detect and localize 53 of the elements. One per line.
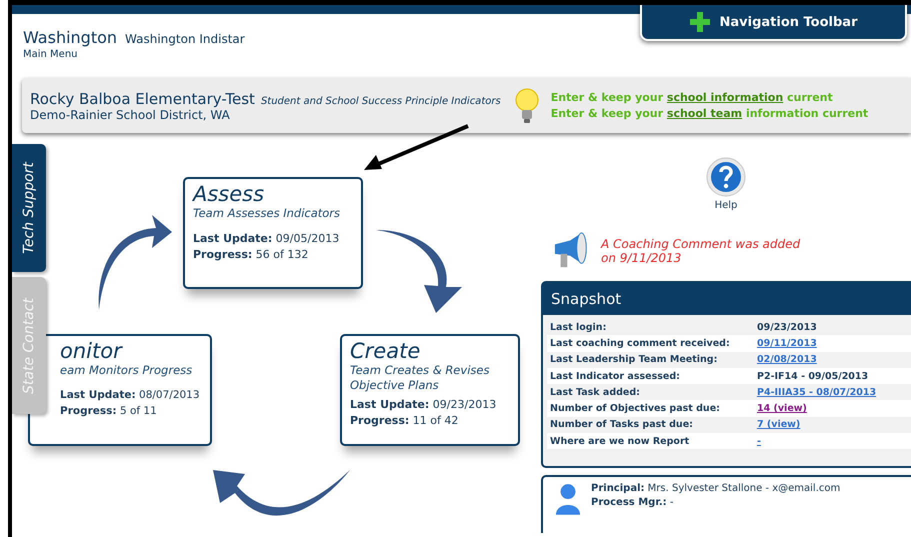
snapshot-label: Last Indicator assessed: [549, 370, 681, 382]
snapshot-label: Last coaching comment received: [549, 338, 731, 349]
plus-icon [690, 12, 710, 32]
contact-text: Process Mgr.: - [591, 496, 674, 508]
snapshot-value[interactable]: 14 (view) [757, 403, 807, 414]
card-title: Create [350, 339, 422, 363]
snapshot-value[interactable]: 02/08/2013 [757, 354, 817, 366]
last-update-text: Last Update: 09/23/2013 [350, 396, 498, 413]
snapshot-value[interactable]: 7 (view) [757, 419, 800, 430]
card-title: Assess [193, 182, 266, 206]
snapshot-title: Snapshot [543, 283, 911, 315]
card-subtitle: Team Assesses Indicators [193, 206, 342, 221]
person-icon [555, 482, 581, 515]
school-name: Rocky Balboa Elementary-Test [30, 90, 255, 108]
side-tab[interactable]: Tech Support [12, 144, 46, 272]
snapshot-value[interactable]: - [757, 436, 761, 447]
coaching-notice: A Coaching Comment was added on 9/11/2013 [601, 237, 802, 265]
snapshot-value: 09/23/2013 [757, 322, 817, 333]
cycle-card[interactable]: Create Team Creates & Revises Objective Plans Last Update: 09/23/2013 Progress: 11 of 42 [340, 334, 520, 446]
site-title: Washington [23, 28, 118, 47]
contact-text: Principal: Mrs. Sylvester Stallone - x@email.com [591, 482, 840, 494]
snapshot-value: P2-IF14 - 09/05/2013 [757, 370, 868, 382]
snapshot-label: Number of Tasks past due: [549, 419, 694, 430]
cycle-card[interactable]: Assess Team Assesses Indicators Last Update: 09/05/2013 Progress: 56 of 132 [183, 177, 363, 289]
tip-text: Enter & keep your [550, 107, 664, 120]
main-menu-link[interactable]: Main Menu [23, 49, 911, 60]
tip-text: information current [744, 107, 868, 120]
card-subtitle: eam Monitors Progress [60, 363, 194, 378]
progress-text: Progress: 11 of 42 [350, 413, 460, 430]
snapshot-label: Last Leadership Team Meeting: [549, 354, 718, 366]
light-bulb-icon [514, 88, 539, 124]
last-update-text: Last Update: 09/05/2013 [193, 230, 340, 247]
snapshot-value[interactable]: P4-IIIA35 - 08/07/2013 [757, 386, 876, 398]
tip-text: Enter & keep your [550, 91, 664, 104]
snapshot-value[interactable]: 09/11/2013 [757, 338, 817, 349]
snapshot-label: Last login: [549, 322, 608, 333]
tip-link[interactable]: school information [666, 91, 784, 104]
card-title: onitor [60, 339, 124, 363]
navigation-toolbar-button[interactable]: Navigation Toolbar [640, 5, 907, 41]
help-icon[interactable] [706, 157, 746, 197]
snapshot-label: Number of Objectives past due: [549, 403, 721, 414]
card-subtitle: Team Creates & Revises Objective Plans [350, 363, 490, 393]
help-label[interactable]: Help [714, 200, 738, 211]
snapshot-label: Last Task added: [549, 386, 641, 398]
snapshot-label: Where are we now Report [549, 436, 690, 447]
school-tagline: Student and School Success Principle Indicators [260, 96, 501, 106]
tip-text: current [786, 91, 833, 104]
progress-text: Progress: 5 of 11 [60, 404, 158, 419]
district-name: Demo-Rainier School District, WA [30, 108, 231, 122]
site-subtitle: Washington Indistar [125, 32, 245, 46]
tip-link[interactable]: school team [666, 107, 742, 120]
progress-text: Progress: 56 of 132 [193, 247, 310, 264]
last-update-text: Last Update: 08/07/2013 [60, 388, 201, 403]
